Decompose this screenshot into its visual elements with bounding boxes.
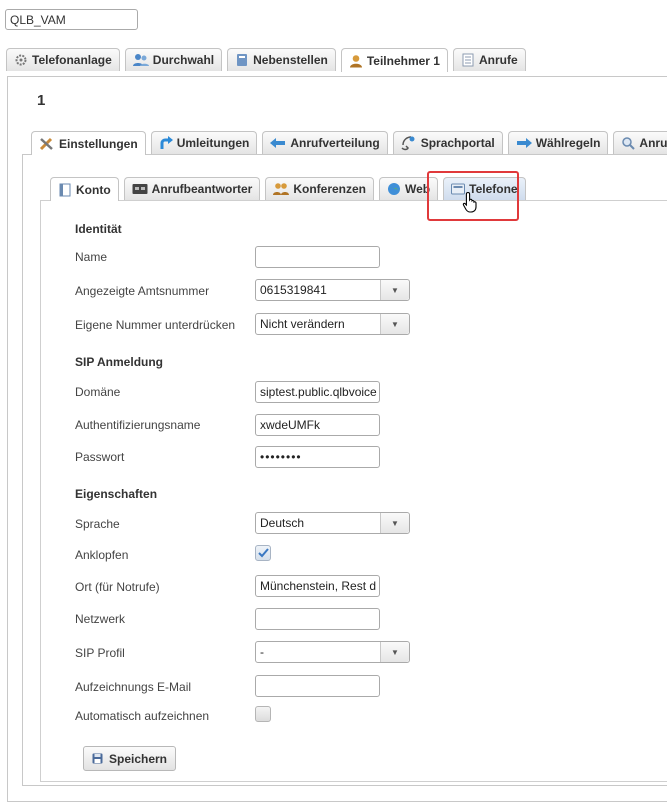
knock-checkbox[interactable] [255, 545, 271, 561]
section-sip: SIP Anmeldung [75, 355, 164, 369]
tab-konferenzen[interactable]: Konferenzen [265, 177, 375, 200]
suppress-value: Nicht verändern [260, 317, 345, 331]
tab-anrufbeantworter[interactable]: Anrufbeantworter [123, 177, 261, 200]
network-input[interactable] [255, 608, 380, 630]
hand-cursor-icon [462, 191, 477, 213]
auth-input[interactable]: xwdeUMFk [255, 414, 380, 436]
tab-label: Nebenstellen [253, 53, 328, 67]
tab-label: Durchwahl [152, 53, 215, 67]
caller-id-value: 0615319841 [260, 283, 327, 297]
domain-label: Domäne [75, 385, 121, 399]
voice-portal-icon [401, 136, 415, 151]
tab-anrufe-main[interactable]: Anrufe [452, 48, 526, 71]
distribution-arrow-icon [270, 138, 286, 148]
tab-durchwahl[interactable]: Durchwahl [124, 48, 223, 71]
password-label: Passwort [75, 450, 125, 464]
tab-label: Teilnehmer 1 [366, 53, 440, 68]
section-identity: Identität [75, 222, 122, 236]
tab-konto[interactable]: Konto [50, 177, 119, 201]
tab-label: Sprachportal [420, 136, 495, 150]
auto-record-checkbox[interactable] [255, 706, 271, 722]
tab-sprachportal[interactable]: Sprachportal [392, 131, 503, 154]
sip-profile-value: - [260, 645, 264, 659]
tab-label: Web [405, 182, 431, 196]
location-input[interactable]: Münchenstein, Rest d [255, 575, 380, 597]
tab-waehlregeln[interactable]: Wählregeln [507, 131, 609, 154]
auto-record-label: Automatisch aufzeichnen [75, 709, 210, 723]
tab-nebenstellen[interactable]: Nebenstellen [227, 48, 336, 71]
chevron-down-icon[interactable]: ▼ [380, 314, 409, 334]
tab-label: Anrufverteilung [290, 136, 380, 150]
checkmark-icon [257, 548, 269, 558]
suppress-select[interactable]: Nicht verändern ▼ [255, 313, 410, 335]
user-icon [349, 54, 362, 67]
caller-id-select[interactable]: 0615319841 ▼ [255, 279, 410, 301]
chevron-down-icon[interactable]: ▼ [380, 513, 409, 533]
chevron-down-icon[interactable]: ▼ [380, 280, 409, 300]
tab-label: Konferenzen [293, 182, 367, 196]
globe-icon [388, 183, 401, 195]
main-tab-bar: Telefonanlage Durchwahl Nebenstellen Tei… [6, 48, 531, 72]
dial-rules-arrow-icon [516, 138, 532, 148]
language-label: Sprache [75, 517, 120, 531]
people-icon [132, 54, 149, 66]
tab-label: Umleitungen [176, 136, 250, 150]
sip-profile-select[interactable]: - ▼ [255, 641, 410, 663]
tab-label: Einstellungen [59, 136, 138, 151]
tab-label: Telefonanlage [32, 53, 112, 67]
participant-number: 1 [37, 92, 46, 109]
chevron-down-icon[interactable]: ▼ [380, 642, 409, 662]
section-properties: Eigenschaften [75, 487, 158, 501]
tab-label: Anrufe [639, 136, 667, 150]
list-icon [462, 53, 474, 67]
language-value: Deutsch [260, 516, 305, 530]
account-icon [59, 183, 71, 196]
inner-tab-bar: Konto Anrufbeantworter Konferenzen Web T… [50, 177, 531, 201]
conference-icon [273, 183, 290, 195]
tab-anrufe-sub[interactable]: Anrufe [613, 131, 667, 154]
tab-anrufverteilung[interactable]: Anrufverteilung [262, 131, 388, 154]
name-input[interactable] [255, 246, 380, 268]
floppy-disk-icon [92, 753, 103, 764]
tab-umleitungen[interactable]: Umleitungen [150, 131, 258, 154]
save-button[interactable]: Speichern [83, 746, 176, 771]
top-search-field[interactable]: QLB_VAM [5, 9, 138, 30]
tab-label: Wählregeln [535, 136, 601, 150]
domain-input[interactable]: siptest.public.qlbvoice [255, 381, 380, 403]
tab-telefonanlage[interactable]: Telefonanlage [6, 48, 120, 71]
auth-label: Authentifizierungsname [75, 418, 201, 432]
caller-id-label: Angezeigte Amtsnummer [75, 284, 210, 298]
record-email-input[interactable] [255, 675, 380, 697]
language-select[interactable]: Deutsch ▼ [255, 512, 410, 534]
tab-label: Anrufbeantworter [151, 182, 253, 196]
tab-telefone[interactable]: Telefone [443, 177, 526, 200]
phonebook-icon [237, 54, 248, 66]
answering-machine-icon [132, 184, 148, 194]
tools-icon [39, 137, 53, 150]
tab-teilnehmer[interactable]: Teilnehmer 1 [340, 48, 448, 72]
redirect-arrow-icon [160, 136, 173, 149]
suppress-label: Eigene Nummer unterdrücken [75, 318, 236, 332]
tab-label: Anrufe [478, 53, 518, 67]
record-email-label: Aufzeichnungs E-Mail [75, 680, 192, 694]
call-search-icon [622, 137, 636, 150]
knock-label: Anklopfen [75, 548, 129, 562]
name-label: Name [75, 250, 108, 264]
save-label: Speichern [108, 751, 168, 766]
password-input[interactable]: •••••••• [255, 446, 380, 468]
sub-tab-bar: Einstellungen Umleitungen Anrufverteilun… [31, 131, 667, 155]
tab-web[interactable]: Web [379, 177, 439, 200]
sip-profile-label: SIP Profil [75, 646, 125, 660]
network-label: Netzwerk [75, 612, 126, 626]
tab-einstellungen[interactable]: Einstellungen [31, 131, 146, 155]
tab-label: Konto [76, 182, 111, 197]
gear-icon [15, 54, 27, 66]
location-label: Ort (für Notrufe) [75, 580, 160, 594]
